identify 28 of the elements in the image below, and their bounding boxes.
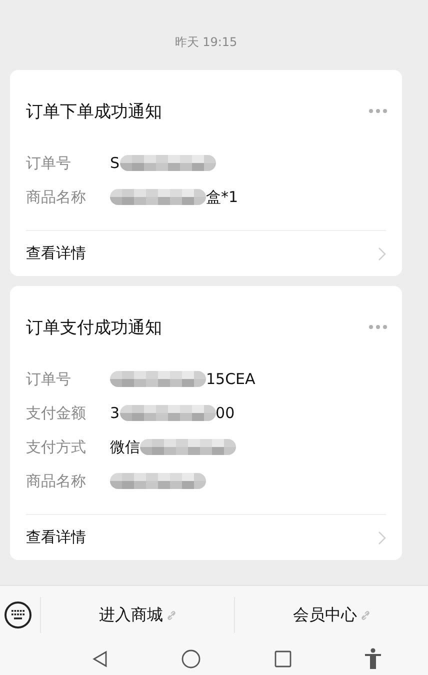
field-label: 订单号 — [26, 370, 72, 388]
link-icon — [361, 610, 370, 620]
field-value: S — [110, 154, 120, 172]
field-label: 订单号 — [26, 154, 72, 172]
menu-button[interactable]: 进入商城 — [40, 597, 234, 633]
menu-button[interactable]: 会员中心 — [234, 597, 428, 633]
back-icon[interactable] — [91, 650, 110, 668]
link-icon — [167, 610, 176, 620]
chevron-right-icon — [378, 530, 386, 544]
field-label: 支付方式 — [26, 438, 87, 456]
field-value: 盒*1 — [206, 188, 238, 206]
field-label: 商品名称 — [26, 188, 87, 206]
field-value: 微信 — [110, 438, 140, 456]
timestamp: 昨天 19:15 — [174, 34, 238, 51]
card-title: 订单下单成功通知 — [26, 100, 162, 122]
field-value: 3 — [110, 404, 120, 422]
keyboard-icon[interactable] — [4, 601, 32, 629]
home-icon[interactable] — [181, 649, 202, 669]
accessibility-icon[interactable] — [364, 648, 382, 670]
chevron-right-icon — [378, 246, 386, 260]
field-label: 支付金额 — [26, 404, 87, 422]
recents-icon[interactable] — [274, 650, 292, 668]
field-value: 00 — [216, 404, 235, 422]
field-label: 商品名称 — [26, 472, 87, 490]
card-title: 订单支付成功通知 — [26, 316, 162, 338]
details-link[interactable]: 查看详情 — [26, 514, 386, 560]
details-link[interactable]: 查看详情 — [26, 230, 386, 276]
field-value: 15CEA — [206, 370, 256, 388]
